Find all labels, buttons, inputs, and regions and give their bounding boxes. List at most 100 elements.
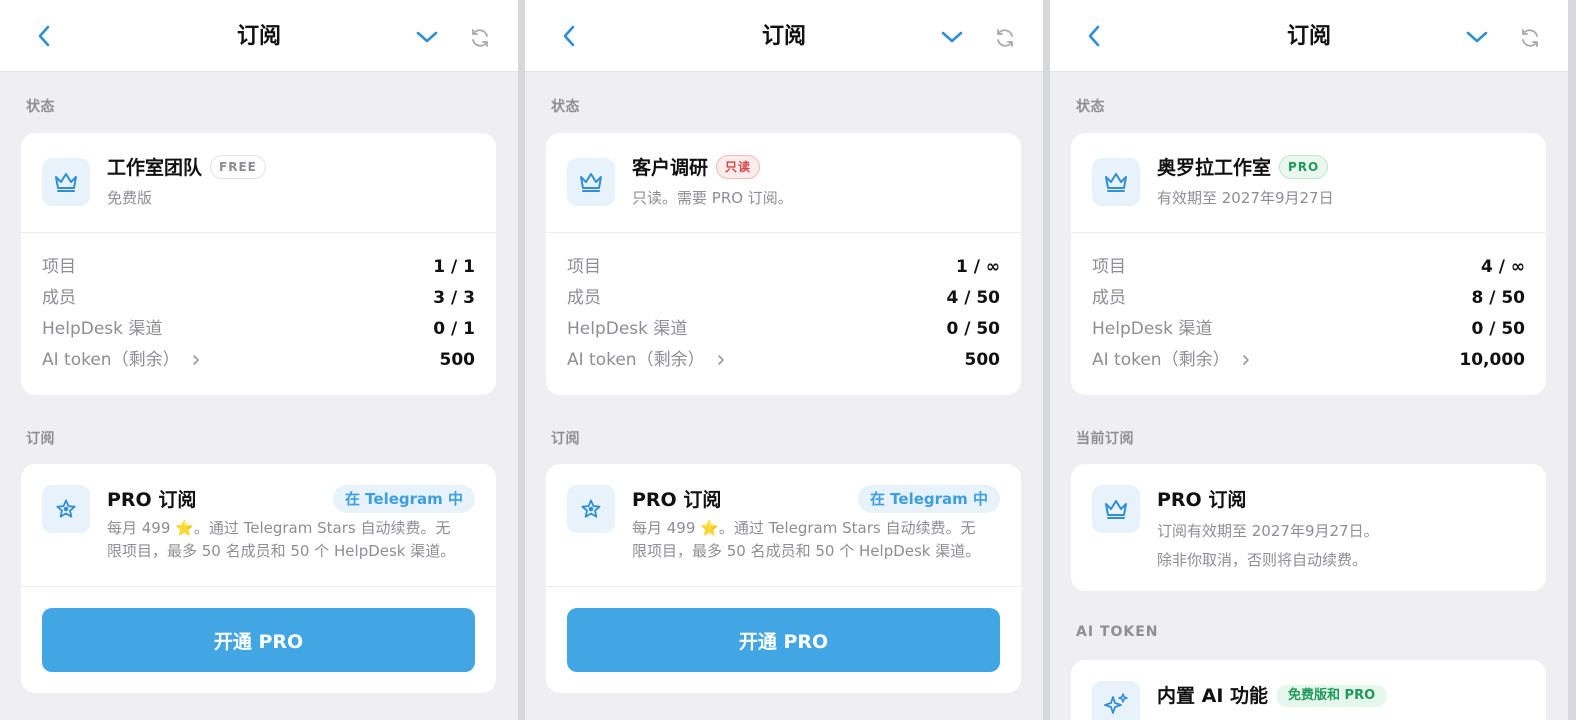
usage-value: 0 / 1 xyxy=(433,319,475,339)
usage-value: 10,000 xyxy=(1459,350,1525,370)
workspace-name: 工作室团队 FREE xyxy=(107,155,266,181)
dropdown-button[interactable] xyxy=(412,24,442,50)
plan-subtitle: 只读。需要 PRO 订阅。 xyxy=(632,189,793,207)
plan-badge: FREE xyxy=(210,155,266,179)
chevron-down-icon xyxy=(941,31,963,43)
section-label-ai-token: AI TOKEN xyxy=(1076,624,1159,640)
screen-pro: 订阅 状态 奥罗拉工作室 PRO 有效期至 2027年9月27日 项目 4 / ∞ … xyxy=(1050,0,1568,720)
usage-label-link[interactable]: AI token（剩余） xyxy=(1092,348,1250,372)
section-label-status: 状态 xyxy=(1076,99,1105,115)
plan-name: PRO 订阅 xyxy=(107,489,197,511)
refresh-button[interactable] xyxy=(991,24,1019,52)
plan-badge: 只读 xyxy=(716,155,761,179)
workspace-name: 奥罗拉工作室 PRO xyxy=(1157,155,1329,181)
nav-header: 订阅 xyxy=(1050,0,1568,72)
plan-description: 每月 499 ⭐️。通过 Telegram Stars 自动续费。无 限项目，最多… xyxy=(107,517,478,563)
section-label-current-subscription: 当前订阅 xyxy=(1076,431,1134,447)
workspace-name-text: 奥罗拉工作室 xyxy=(1157,157,1272,179)
subscription-card: PRO 订阅 在 Telegram 中 每月 499 ⭐️。通过 Telegra… xyxy=(21,464,496,693)
telegram-badge: 在 Telegram 中 xyxy=(332,485,475,513)
crown-icon xyxy=(1105,173,1127,192)
plan-description-line: 订阅有效期至 2027年9月27日。 xyxy=(1157,522,1379,540)
workspace-name: 客户调研 只读 xyxy=(632,155,761,181)
usage-label: 成员 xyxy=(42,288,76,308)
usage-label: AI token（剩余） xyxy=(1092,350,1230,370)
ai-token-row[interactable]: AI token（剩余） 10,000 xyxy=(1092,348,1525,372)
usage-value: 0 / 50 xyxy=(946,319,1000,339)
ai-feature-name: 内置 AI 功能 免费版和 PRO xyxy=(1157,683,1388,709)
usage-row: 成员 4 / 50 xyxy=(567,286,1000,310)
refresh-icon xyxy=(997,29,1013,47)
crown-icon-box xyxy=(567,158,615,206)
usage-value: 3 / 3 xyxy=(433,288,475,308)
usage-label-link[interactable]: AI token（剩余） xyxy=(567,348,725,372)
usage-label: HelpDesk 渠道 xyxy=(567,319,688,339)
usage-row: HelpDesk 渠道 0 / 50 xyxy=(1092,317,1525,341)
usage-value: 8 / 50 xyxy=(1471,288,1525,308)
refresh-icon xyxy=(472,29,488,47)
chevron-right-icon xyxy=(1242,355,1249,365)
chevron-right-icon xyxy=(192,355,199,365)
subscription-card: PRO 订阅 在 Telegram 中 每月 499 ⭐️。通过 Telegra… xyxy=(546,464,1021,693)
chevron-down-icon xyxy=(1466,31,1488,43)
availability-badge: 免费版和 PRO xyxy=(1276,685,1388,707)
divider xyxy=(1071,232,1546,233)
dropdown-button[interactable] xyxy=(1462,24,1492,50)
usage-row: 项目 4 / ∞ xyxy=(1092,255,1525,279)
crown-icon xyxy=(55,173,77,192)
usage-label: 成员 xyxy=(567,288,601,308)
usage-value: 1 / 1 xyxy=(433,257,475,277)
upgrade-pro-button[interactable]: 开通 PRO xyxy=(42,608,475,672)
plan-description-line: 每月 499 ⭐️。通过 Telegram Stars 自动续费。无 xyxy=(107,519,451,537)
chevron-right-icon xyxy=(717,355,724,365)
refresh-button[interactable] xyxy=(466,24,494,52)
refresh-icon xyxy=(1522,29,1538,47)
usage-label: HelpDesk 渠道 xyxy=(42,319,163,339)
ai-token-row[interactable]: AI token（剩余） 500 xyxy=(42,348,475,372)
divider xyxy=(546,232,1021,233)
status-card: 奥罗拉工作室 PRO 有效期至 2027年9月27日 项目 4 / ∞ 成员 8 / … xyxy=(1071,133,1546,395)
usage-value: 4 / 50 xyxy=(946,288,1000,308)
workspace-name-text: 工作室团队 xyxy=(107,157,203,179)
section-label-subscription: 订阅 xyxy=(551,431,580,447)
plan-description-line: 每月 499 ⭐️。通过 Telegram Stars 自动续费。无 xyxy=(632,519,976,537)
plan-name: PRO 订阅 xyxy=(632,489,722,511)
usage-label: 项目 xyxy=(567,257,601,277)
usage-row: HelpDesk 渠道 0 / 50 xyxy=(567,317,1000,341)
nav-header: 订阅 xyxy=(525,0,1043,72)
plan-description-line: 限项目，最多 50 名成员和 50 个 HelpDesk 渠道。 xyxy=(107,542,456,560)
screen-free: 订阅 状态 工作室团队 FREE 免费版 项目 1 / 1 成员 3 / 3 Help… xyxy=(0,0,518,720)
usage-row: 成员 8 / 50 xyxy=(1092,286,1525,310)
section-label-subscription: 订阅 xyxy=(26,431,55,447)
star-icon-box xyxy=(567,485,615,533)
screen-readonly: 订阅 状态 客户调研 只读 只读。需要 PRO 订阅。 项目 1 / ∞ 成员 4 /… xyxy=(525,0,1043,720)
dropdown-button[interactable] xyxy=(937,24,967,50)
plan-description-line: 限项目，最多 50 名成员和 50 个 HelpDesk 渠道。 xyxy=(632,542,981,560)
sparkles-icon-box xyxy=(1092,681,1140,720)
crown-icon-box xyxy=(1092,485,1140,533)
plan-badge: PRO xyxy=(1279,155,1329,179)
usage-value: 1 / ∞ xyxy=(955,257,1000,277)
divider xyxy=(21,232,496,233)
star-icon xyxy=(56,499,76,518)
sparkles-icon xyxy=(1104,693,1128,714)
usage-value: 0 / 50 xyxy=(1471,319,1525,339)
plan-description: 每月 499 ⭐️。通过 Telegram Stars 自动续费。无 限项目，最多… xyxy=(632,517,1003,563)
plan-subtitle: 有效期至 2027年9月27日 xyxy=(1157,189,1334,207)
usage-label-link[interactable]: AI token（剩余） xyxy=(42,348,200,372)
upgrade-pro-button[interactable]: 开通 PRO xyxy=(567,608,1000,672)
status-card: 工作室团队 FREE 免费版 项目 1 / 1 成员 3 / 3 HelpDesk 渠… xyxy=(21,133,496,395)
section-label-status: 状态 xyxy=(26,99,55,115)
crown-icon-box xyxy=(42,158,90,206)
nav-header: 订阅 xyxy=(0,0,518,72)
telegram-badge: 在 Telegram 中 xyxy=(857,485,1000,513)
usage-value: 500 xyxy=(964,350,1001,370)
divider xyxy=(546,586,1021,587)
ai-token-row[interactable]: AI token（剩余） 500 xyxy=(567,348,1000,372)
usage-value: 500 xyxy=(439,350,476,370)
usage-row: HelpDesk 渠道 0 / 1 xyxy=(42,317,475,341)
star-icon-box xyxy=(42,485,90,533)
refresh-button[interactable] xyxy=(1516,24,1544,52)
usage-label: AI token（剩余） xyxy=(42,350,180,370)
ai-features-card: 内置 AI 功能 免费版和 PRO xyxy=(1071,660,1546,720)
